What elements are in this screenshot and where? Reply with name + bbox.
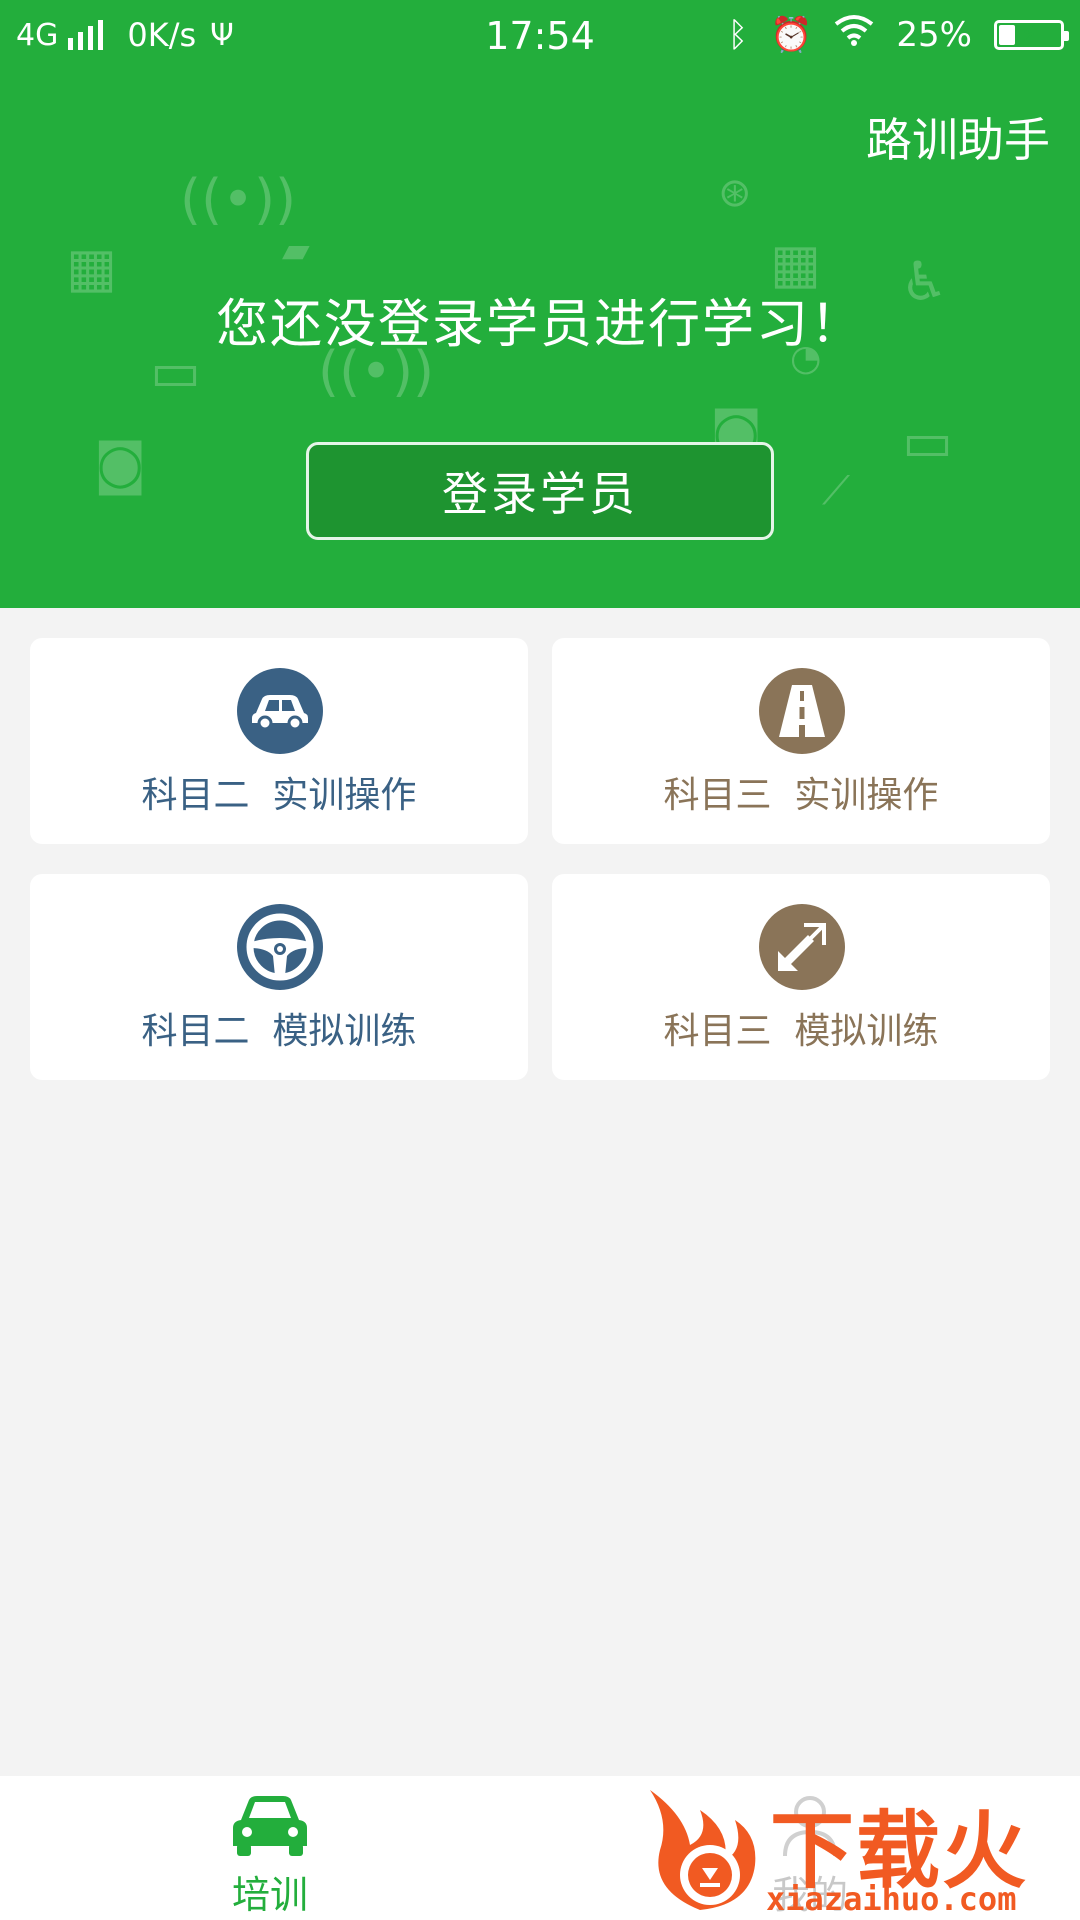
tab-training[interactable]: 培训 [0, 1776, 540, 1920]
battery-percent: 25% [896, 14, 972, 55]
steering-wheel-icon [237, 904, 323, 990]
tab-training-label: 培训 [231, 1873, 308, 1917]
app-title: 路训助手 [866, 113, 1050, 167]
skateboard-decor-icon: ⟋ [822, 468, 850, 514]
battery-icon: ⚡ [994, 19, 1069, 50]
laptop-decor-icon: ▭ [902, 410, 954, 473]
card-label: 科目二 模拟训练 [141, 1011, 417, 1052]
usb-decor-icon: ▰ [282, 230, 310, 271]
steering-decor-icon: ⊛ [718, 170, 752, 216]
card-subject3-practice[interactable]: 科目三 实训操作 [552, 638, 1050, 844]
car-icon [237, 668, 323, 754]
status-bar: 4G 0K/s Ψ 17:54 ᛒ ⏰ 25% ⚡ [0, 0, 1080, 72]
car-icon [225, 1790, 315, 1860]
alarm-icon: ⏰ [770, 14, 813, 55]
card-label: 科目三 模拟训练 [663, 1011, 939, 1052]
watermark-logo: 下载火 xiazaihuo.com [640, 1780, 1080, 1920]
flame-logo-icon [650, 1790, 756, 1910]
card-subject2-practice[interactable]: 科目二 实训操作 [30, 638, 528, 844]
expand-arrows-icon [759, 904, 845, 990]
wifi-signal-decor-icon: ((•)) [180, 168, 297, 231]
wifi-icon [834, 14, 874, 55]
header-banner: ((•)) ▦ ▰ ▭ ◙ ((•)) ⊛ ▦ ♿ ◔ ◙ ▭ ⟋ 4G 0K/… [0, 0, 1080, 608]
card-label: 科目二 实训操作 [141, 775, 417, 816]
road-icon [759, 668, 845, 754]
camera-decor-icon: ◙ [94, 432, 147, 495]
login-student-button[interactable]: 登录学员 [306, 442, 774, 540]
charging-bolt-icon: ⚡ [1020, 19, 1038, 48]
card-subject3-simulation[interactable]: 科目三 模拟训练 [552, 874, 1050, 1080]
card-label: 科目三 实训操作 [663, 775, 939, 816]
card-subject2-simulation[interactable]: 科目二 模拟训练 [30, 874, 528, 1080]
bluetooth-icon: ᛒ [727, 14, 749, 55]
login-prompt: 您还没登录学员进行学习！ [215, 295, 864, 355]
watermark-url: xiazaihuo.com [766, 1880, 1017, 1918]
